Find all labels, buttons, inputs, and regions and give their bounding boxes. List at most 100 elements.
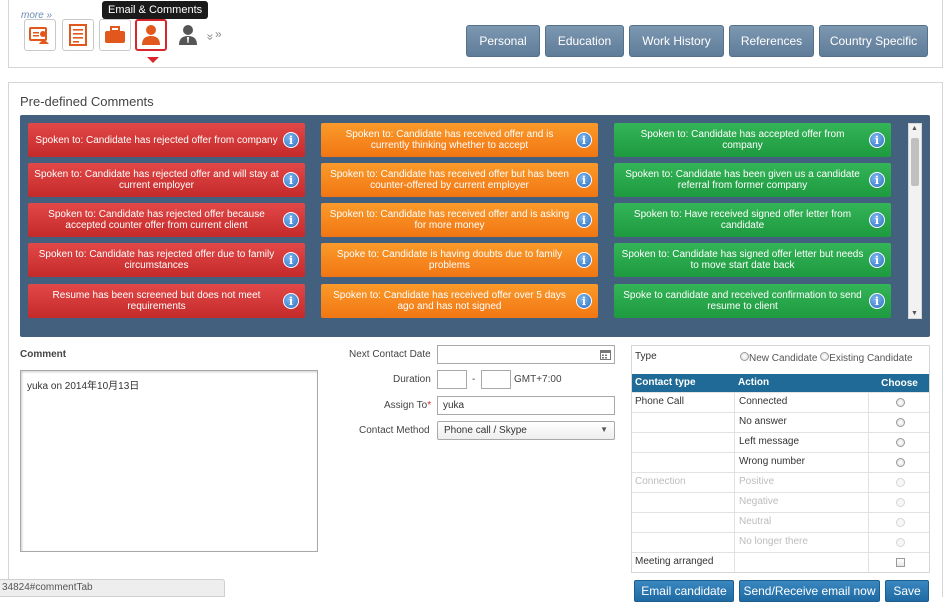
action-left-message: Left message <box>734 433 868 452</box>
info-icon[interactable]: i <box>283 212 299 228</box>
comment-orange-5[interactable]: Spoken to: Candidate has received offer … <box>321 284 598 318</box>
scroll-thumb[interactable] <box>911 138 919 186</box>
info-icon[interactable]: i <box>283 293 299 309</box>
comment-red-5[interactable]: Resume has been screened but does not me… <box>28 284 305 318</box>
expand-chevron-icon[interactable]: » <box>203 34 217 41</box>
connection-row-4: No longer there <box>632 532 929 552</box>
business-card-icon <box>29 27 49 44</box>
email-candidate-button[interactable]: Email candidate <box>634 580 734 602</box>
duration-start-input[interactable] <box>437 370 467 389</box>
info-icon[interactable]: i <box>576 252 592 268</box>
info-icon[interactable]: i <box>576 293 592 309</box>
duration-separator: - <box>472 374 476 385</box>
new-candidate-label: New Candidate <box>749 353 818 364</box>
comment-red-2[interactable]: Spoken to: Candidate has rejected offer … <box>28 163 305 197</box>
info-icon[interactable]: i <box>869 172 885 188</box>
choose-neutral-radio[interactable] <box>895 518 905 527</box>
comment-green-5[interactable]: Spoke to candidate and received confirma… <box>614 284 891 318</box>
action-neutral: Neutral <box>734 513 868 532</box>
type-label: Type <box>635 351 657 362</box>
comment-text: Spoken to: Candidate has received offer … <box>333 290 566 312</box>
email-comments-button[interactable] <box>135 19 167 51</box>
choose-negative-radio[interactable] <box>895 498 905 507</box>
phone-row-4: Wrong number <box>632 452 929 472</box>
comment-red-1[interactable]: Spoken to: Candidate has rejected offer … <box>28 123 305 157</box>
assign-to-label: Assign To* <box>384 400 431 411</box>
comment-green-3[interactable]: Spoken to: Have received signed offer le… <box>614 203 891 237</box>
info-icon[interactable]: i <box>283 252 299 268</box>
meeting-arranged-checkbox[interactable] <box>895 558 905 567</box>
info-icon[interactable]: i <box>283 132 299 148</box>
info-icon[interactable]: i <box>869 252 885 268</box>
existing-candidate-radio[interactable] <box>820 352 830 361</box>
comment-text: Spoke to candidate and received confirma… <box>623 290 862 312</box>
info-icon[interactable]: i <box>869 293 885 309</box>
comment-text: Spoken to: Have received signed offer le… <box>633 209 852 231</box>
connection-label: Connection <box>635 476 686 487</box>
comment-green-4[interactable]: Spoken to: Candidate has signed offer le… <box>614 243 891 277</box>
comment-text: Spoken to: Candidate has signed offer le… <box>621 249 864 271</box>
person-icon <box>179 25 197 45</box>
choose-connected-radio[interactable] <box>895 398 905 407</box>
scroll-up-arrow-icon[interactable]: ▲ <box>911 125 918 132</box>
business-card-button[interactable] <box>24 19 56 51</box>
comment-orange-1[interactable]: Spoken to: Candidate has received offer … <box>321 123 598 157</box>
header-contact-type: Contact type <box>635 377 696 388</box>
comment-orange-2[interactable]: Spoken to: Candidate has received offer … <box>321 163 598 197</box>
status-bar-url: 34824#commentTab <box>0 579 225 597</box>
comment-green-2[interactable]: Spoken to: Candidate has been given us a… <box>614 163 891 197</box>
comment-text: Spoken to: Candidate has rejected offer … <box>35 134 278 146</box>
info-icon[interactable]: i <box>576 212 592 228</box>
tab-work-history[interactable]: Work History <box>629 25 724 57</box>
comment-text: Spoken to: Candidate has rejected offer … <box>38 249 275 271</box>
type-options: New Candidate Existing Candidate <box>740 352 913 364</box>
predefined-comments-box: Spoken to: Candidate has rejected offer … <box>20 115 930 337</box>
tab-references[interactable]: References <box>729 25 814 57</box>
comment-text: Resume has been screened but does not me… <box>52 290 261 312</box>
info-icon[interactable]: i <box>869 212 885 228</box>
comment-text: Spoken to: Candidate has received offer … <box>330 169 569 191</box>
active-pointer <box>147 57 159 63</box>
comment-red-4[interactable]: Spoken to: Candidate has rejected offer … <box>28 243 305 277</box>
comment-label: Comment <box>20 349 67 360</box>
save-button[interactable]: Save <box>885 580 929 602</box>
tab-education[interactable]: Education <box>545 25 624 57</box>
info-icon[interactable]: i <box>283 172 299 188</box>
assign-to-text: Assign To <box>384 400 428 411</box>
resume-button[interactable] <box>62 19 94 51</box>
comment-orange-3[interactable]: Spoken to: Candidate has received offer … <box>321 203 598 237</box>
info-icon[interactable]: i <box>869 132 885 148</box>
send-receive-email-button[interactable]: Send/Receive email now <box>739 580 880 602</box>
tab-personal[interactable]: Personal <box>466 25 540 57</box>
type-row: Type New Candidate Existing Candidate <box>632 346 929 374</box>
scroll-down-arrow-icon[interactable]: ▼ <box>911 310 918 317</box>
action-no-longer-there: No longer there <box>734 533 868 552</box>
next-contact-date-input[interactable] <box>437 345 615 364</box>
briefcase-button[interactable] <box>99 19 131 51</box>
person-button[interactable] <box>172 19 204 51</box>
meeting-row: Meeting arranged <box>632 552 929 572</box>
info-icon[interactable]: i <box>576 172 592 188</box>
choose-left-message-radio[interactable] <box>895 438 905 447</box>
meeting-arranged-label: Meeting arranged <box>635 556 714 567</box>
comment-text: Spoken to: Candidate has rejected offer … <box>48 209 265 231</box>
choose-no-longer-there-radio[interactable] <box>895 538 905 547</box>
comment-orange-4[interactable]: Spoke to: Candidate is having doubts due… <box>321 243 598 277</box>
comment-red-3[interactable]: Spoken to: Candidate has rejected offer … <box>28 203 305 237</box>
phone-row-1: Phone Call Connected <box>632 392 929 412</box>
choose-no-answer-radio[interactable] <box>895 418 905 427</box>
duration-end-input[interactable] <box>481 370 511 389</box>
new-candidate-radio[interactable] <box>740 352 749 361</box>
tab-country-specific[interactable]: Country Specific <box>819 25 928 57</box>
contact-method-select[interactable]: Phone call / Skype ▼ <box>437 421 615 440</box>
comment-green-1[interactable]: Spoken to: Candidate has accepted offer … <box>614 123 891 157</box>
comments-scrollbar[interactable]: ▲ ▼ <box>908 123 922 319</box>
calendar-icon[interactable] <box>600 349 611 360</box>
action-negative: Negative <box>734 493 868 512</box>
assign-to-input[interactable]: yuka <box>437 396 615 415</box>
info-icon[interactable]: i <box>576 132 592 148</box>
required-marker: * <box>427 400 432 411</box>
choose-positive-radio[interactable] <box>895 478 905 487</box>
comment-textarea[interactable]: yuka on 2014年10月13日 <box>20 370 318 552</box>
choose-wrong-number-radio[interactable] <box>895 458 905 467</box>
